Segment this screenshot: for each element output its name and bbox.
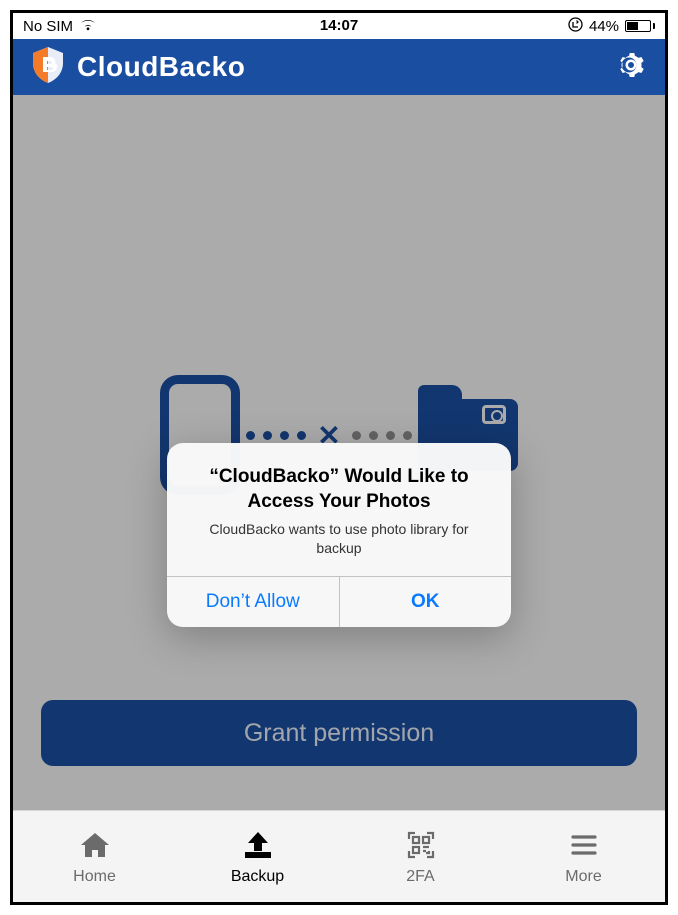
tab-bar: Home Backup 2FA bbox=[13, 810, 665, 902]
tab-more[interactable]: More bbox=[502, 811, 665, 902]
tab-2fa[interactable]: 2FA bbox=[339, 811, 502, 902]
tab-label: 2FA bbox=[406, 868, 434, 886]
app-header: CloudBacko bbox=[13, 39, 665, 95]
tab-home[interactable]: Home bbox=[13, 811, 176, 902]
home-icon bbox=[79, 828, 111, 862]
tab-label: Backup bbox=[231, 868, 284, 886]
status-time: 14:07 bbox=[13, 13, 665, 39]
tab-label: More bbox=[565, 868, 601, 886]
phone-screen: No SIM 14:07 44% bbox=[10, 10, 668, 905]
hamburger-icon bbox=[570, 828, 598, 862]
battery-icon bbox=[625, 20, 655, 32]
app-title: CloudBacko bbox=[77, 51, 245, 83]
settings-button[interactable] bbox=[615, 49, 647, 86]
upload-icon bbox=[241, 828, 275, 862]
system-permission-alert: “CloudBacko” Would Like to Access Your P… bbox=[167, 443, 511, 627]
status-bar: No SIM 14:07 44% bbox=[13, 13, 665, 39]
alert-ok-button[interactable]: OK bbox=[339, 577, 512, 627]
gear-icon bbox=[615, 49, 647, 81]
alert-title: “CloudBacko” Would Like to Access Your P… bbox=[187, 465, 491, 514]
qr-icon bbox=[406, 828, 436, 862]
app-logo-icon bbox=[31, 46, 65, 89]
tab-label: Home bbox=[73, 868, 116, 886]
alert-message: CloudBacko wants to use photo library fo… bbox=[187, 520, 491, 558]
tab-backup[interactable]: Backup bbox=[176, 811, 339, 902]
alert-dont-allow-button[interactable]: Don’t Allow bbox=[167, 577, 339, 627]
main-content: ✕ Grant permission “CloudBacko” Would Li… bbox=[13, 95, 665, 810]
